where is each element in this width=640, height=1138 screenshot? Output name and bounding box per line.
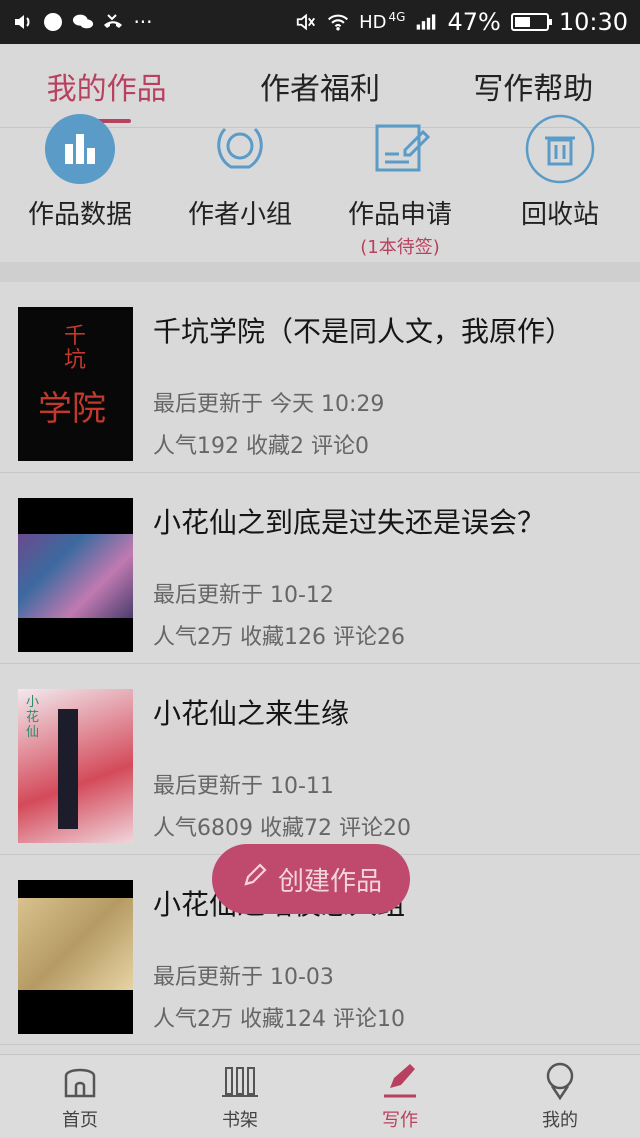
tab-label: 作者福利 <box>259 71 380 107</box>
write-icon <box>378 1058 422 1102</box>
nav-label: 首页 <box>62 1110 98 1131</box>
create-work-button[interactable]: 创建作品 <box>212 844 410 914</box>
more-icon: ··· <box>133 10 153 34</box>
work-item[interactable]: 小花仙 小花仙之来生缘 最后更新于 10-11 人气6809 收藏72 评论20 <box>0 664 640 855</box>
action-works-data[interactable]: 作品数据 <box>0 114 160 262</box>
book-cover: 小花仙 <box>18 689 133 843</box>
pending-sign-badge: (1本待签) <box>360 237 440 258</box>
nav-bookshelf[interactable]: 书架 <box>160 1055 320 1138</box>
nav-label: 书架 <box>222 1110 258 1131</box>
chart-icon <box>45 114 115 184</box>
group-icon <box>205 114 275 184</box>
tab-label: 我的作品 <box>46 71 167 107</box>
work-title: 千坑学院（不是同人文，我原作） <box>153 315 574 348</box>
action-label: 回收站 <box>520 200 599 230</box>
work-item[interactable]: 小花仙之到底是过失还是误会？ 最后更新于 10-12 人气2万 收藏126 评论… <box>0 473 640 664</box>
work-updated: 最后更新于 10-03 <box>153 965 334 990</box>
home-icon <box>58 1058 102 1102</box>
quick-actions: 作品数据 作者小组 作品申请 (1本待签) 回收站 <box>0 114 640 262</box>
action-works-apply[interactable]: 作品申请 (1本待签) <box>320 124 480 262</box>
tab-label: 写作帮助 <box>473 71 594 107</box>
action-author-group[interactable]: 作者小组 <box>160 127 320 262</box>
wifi-icon <box>327 11 349 33</box>
pencil-icon <box>240 862 268 897</box>
trash-icon <box>525 114 595 184</box>
work-title: 小花仙之到底是过失还是误会？ <box>153 506 546 539</box>
bookshelf-icon <box>218 1058 262 1102</box>
nav-label: 我的 <box>542 1110 578 1131</box>
nav-label: 写作 <box>382 1110 418 1131</box>
signal-icon <box>415 11 437 33</box>
section-divider <box>0 262 640 282</box>
cover-subtitle: 学院 <box>38 389 106 429</box>
action-label: 作者小组 <box>187 200 292 230</box>
action-label: 作品数据 <box>27 200 132 230</box>
work-updated: 最后更新于 10-11 <box>153 774 334 799</box>
speaker-icon <box>12 11 34 33</box>
bottom-nav: 首页 书架 写作 我的 <box>0 1054 640 1138</box>
create-work-label: 创建作品 <box>277 866 382 897</box>
mute-icon <box>295 11 317 33</box>
nav-home[interactable]: 首页 <box>0 1055 160 1138</box>
work-updated: 最后更新于 今天 10:29 <box>153 392 385 417</box>
cover-title: 小花仙 <box>26 695 40 740</box>
battery-percent: 47% <box>447 8 501 36</box>
network-label: 4G <box>388 10 406 24</box>
work-item[interactable]: 千坑 学院 千坑学院（不是同人文，我原作） 最后更新于 今天 10:29 人气1… <box>0 282 640 473</box>
status-bar: ··· HD 4G 47% 10:30 <box>0 0 640 44</box>
work-stats: 人气6809 收藏72 评论20 <box>153 816 411 841</box>
book-cover <box>18 880 133 1034</box>
missed-call-icon <box>102 11 124 33</box>
battery-icon <box>510 13 552 31</box>
nav-mine[interactable]: 我的 <box>480 1055 640 1138</box>
action-label: 作品申请 <box>347 200 452 230</box>
work-stats: 人气2万 收藏126 评论26 <box>153 625 405 650</box>
work-updated: 最后更新于 10-12 <box>153 583 334 608</box>
wechat-icon <box>72 11 94 33</box>
edit-doc-icon <box>365 114 435 184</box>
clock-time: 10:30 <box>558 8 628 36</box>
cover-title: 千坑 <box>64 324 87 373</box>
book-cover: 千坑 学院 <box>18 307 133 461</box>
book-cover <box>18 498 133 652</box>
hd-label: HD <box>359 11 387 33</box>
action-recycle-bin[interactable]: 回收站 <box>480 114 640 262</box>
work-stats: 人气2万 收藏124 评论10 <box>153 1007 405 1032</box>
nav-write[interactable]: 写作 <box>320 1055 480 1138</box>
work-title: 小花仙之来生缘 <box>153 697 350 730</box>
work-stats: 人气192 收藏2 评论0 <box>153 434 369 459</box>
profile-icon <box>538 1058 582 1102</box>
works-list: 千坑 学院 千坑学院（不是同人文，我原作） 最后更新于 今天 10:29 人气1… <box>0 282 640 1045</box>
globe-icon <box>42 11 64 33</box>
